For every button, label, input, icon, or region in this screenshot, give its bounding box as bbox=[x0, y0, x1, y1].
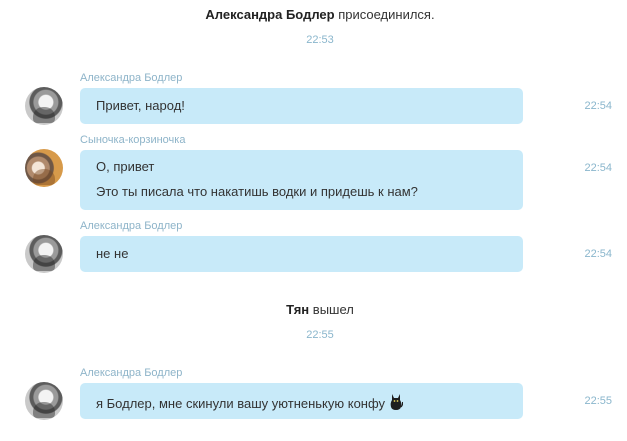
avatar-figure-icon bbox=[33, 255, 55, 271]
system-event-leave: Тян вышел bbox=[0, 302, 627, 317]
message-timestamp: 22:54 bbox=[584, 162, 612, 174]
avatar-figure-icon bbox=[33, 107, 55, 123]
event-action: вышел bbox=[312, 302, 354, 317]
message-timestamp: 22:54 bbox=[584, 100, 612, 112]
user-avatar[interactable] bbox=[25, 382, 63, 420]
message-sender-name[interactable]: Александра Бодлер bbox=[80, 367, 182, 379]
message-text: не не bbox=[96, 246, 129, 261]
message-bubble[interactable]: не не bbox=[80, 236, 523, 272]
system-event-join: Александра Бодлер присоединился. bbox=[0, 7, 627, 22]
message-timestamp: 22:55 bbox=[584, 395, 612, 407]
message-sender-name[interactable]: Александра Бодлер bbox=[80, 220, 182, 232]
avatar-figure-icon bbox=[33, 402, 55, 418]
event-timestamp: 22:53 bbox=[306, 34, 334, 46]
user-avatar[interactable] bbox=[25, 149, 63, 187]
message-timestamp: 22:54 bbox=[584, 248, 612, 260]
message-bubble[interactable]: О, привет Это ты писала что накатишь вод… bbox=[80, 150, 523, 210]
message-text: я Бодлер, мне скинули вашу уютненькую ко… bbox=[96, 396, 386, 411]
message-sender-name[interactable]: Александра Бодлер bbox=[80, 72, 182, 84]
user-avatar[interactable] bbox=[25, 235, 63, 273]
message-text: Привет, народ! bbox=[96, 98, 185, 113]
message-text: О, привет bbox=[96, 159, 155, 174]
event-user-name: Александра Бодлер bbox=[205, 7, 335, 22]
message-bubble[interactable]: Привет, народ! bbox=[80, 88, 523, 124]
message-text: Это ты писала что накатишь водки и приде… bbox=[96, 184, 418, 199]
black-cat-emoji-icon bbox=[389, 393, 404, 415]
event-action: присоединился. bbox=[338, 7, 435, 22]
message-bubble[interactable]: я Бодлер, мне скинули вашу уютненькую ко… bbox=[80, 383, 523, 419]
avatar-figure-icon bbox=[33, 169, 55, 185]
event-timestamp: 22:55 bbox=[306, 329, 334, 341]
message-sender-name[interactable]: Сыночка-корзиночка bbox=[80, 134, 185, 146]
message-text-row: я Бодлер, мне скинули вашу уютненькую ко… bbox=[96, 393, 507, 415]
event-user-name: Тян bbox=[286, 302, 310, 317]
user-avatar[interactable] bbox=[25, 87, 63, 125]
